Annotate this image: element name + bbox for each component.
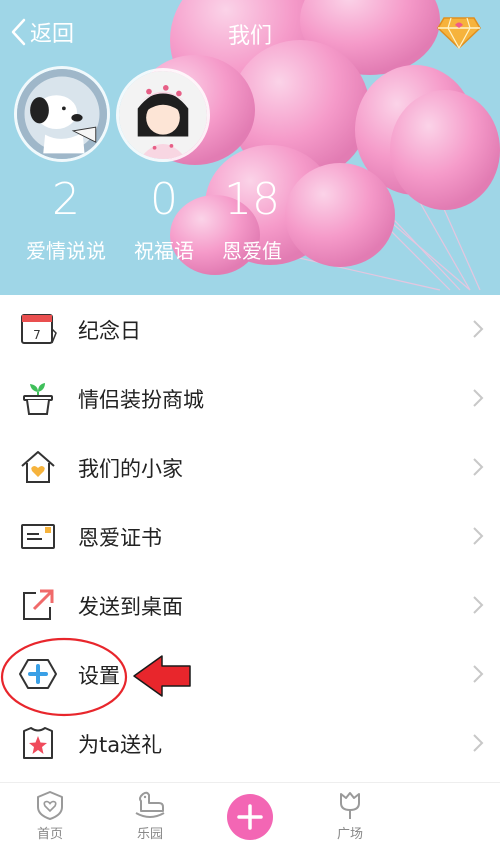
avatar-partner-2[interactable]: [116, 68, 210, 162]
stat-label: 爱情说说: [26, 239, 106, 263]
chevron-right-icon: [473, 389, 484, 407]
house-heart-icon: [18, 447, 58, 487]
menu-item-label: 发送到桌面: [78, 594, 183, 619]
tab-home[interactable]: 首页: [10, 789, 90, 842]
menu-item-our-home[interactable]: 我们的小家: [0, 433, 500, 502]
calendar-icon: 7: [18, 309, 58, 349]
chevron-right-icon: [473, 596, 484, 614]
profile-header: 返回 我们 2 爱情说说 0 祝福语 18 恩爱值: [0, 0, 500, 295]
chevron-right-icon: [473, 527, 484, 545]
menu-item-send-gift[interactable]: 为ta送礼: [0, 709, 500, 778]
tab-square[interactable]: 广场: [310, 789, 390, 842]
diamond-icon: [437, 17, 481, 50]
menu-item-anniversary[interactable]: 7 纪念日: [0, 295, 500, 364]
menu-item-love-certificate[interactable]: 恩爱证书: [0, 502, 500, 571]
tab-park[interactable]: 乐园: [110, 789, 190, 842]
plant-pot-icon: [18, 378, 58, 418]
stat-blessings[interactable]: 0 祝福语: [114, 172, 214, 266]
stat-love-posts[interactable]: 2 爱情说说: [16, 172, 116, 266]
menu-item-couple-store[interactable]: 情侣装扮商城: [0, 364, 500, 433]
chevron-right-icon: [473, 734, 484, 752]
tulip-icon: [340, 792, 360, 819]
menu-item-label: 纪念日: [78, 318, 141, 343]
stat-value: 2: [52, 174, 80, 225]
avatar-partner-1[interactable]: [14, 66, 110, 162]
rocking-horse-icon: [135, 791, 165, 818]
vip-button[interactable]: [436, 12, 482, 52]
stat-label: 祝福语: [134, 239, 194, 263]
menu-list: 7 纪念日 情侣装扮商城 我们的小家 恩爱证书 发送到桌面 设置 为ta送礼: [0, 295, 500, 778]
gift-star-icon: [18, 723, 58, 763]
stat-value: 18: [224, 174, 280, 225]
menu-item-label: 为ta送礼: [78, 732, 163, 757]
certificate-icon: [18, 516, 58, 556]
add-button[interactable]: [227, 794, 273, 840]
heart-shield-icon: [37, 791, 63, 820]
share-arrow-icon: [18, 585, 58, 625]
svg-text:7: 7: [33, 328, 41, 342]
menu-item-settings[interactable]: 设置: [0, 640, 500, 709]
settings-hexagon-icon: [18, 654, 58, 694]
tab-label: 乐园: [136, 827, 163, 842]
menu-item-send-to-desktop[interactable]: 发送到桌面: [0, 571, 500, 640]
menu-item-label: 恩爱证书: [78, 525, 162, 550]
tab-label: 首页: [36, 827, 63, 842]
plus-icon: [237, 804, 263, 830]
stat-label: 恩爱值: [222, 239, 282, 263]
stat-value: 0: [150, 174, 178, 225]
chevron-right-icon: [473, 458, 484, 476]
tab-label: 广场: [336, 827, 363, 842]
chevron-right-icon: [473, 320, 484, 338]
page-title: 我们: [227, 24, 272, 49]
menu-item-label: 我们的小家: [78, 456, 183, 481]
chevron-right-icon: [473, 665, 484, 683]
stat-love-score[interactable]: 18 恩爱值: [202, 172, 302, 266]
menu-item-label: 情侣装扮商城: [78, 387, 204, 412]
menu-item-label: 设置: [78, 663, 120, 688]
